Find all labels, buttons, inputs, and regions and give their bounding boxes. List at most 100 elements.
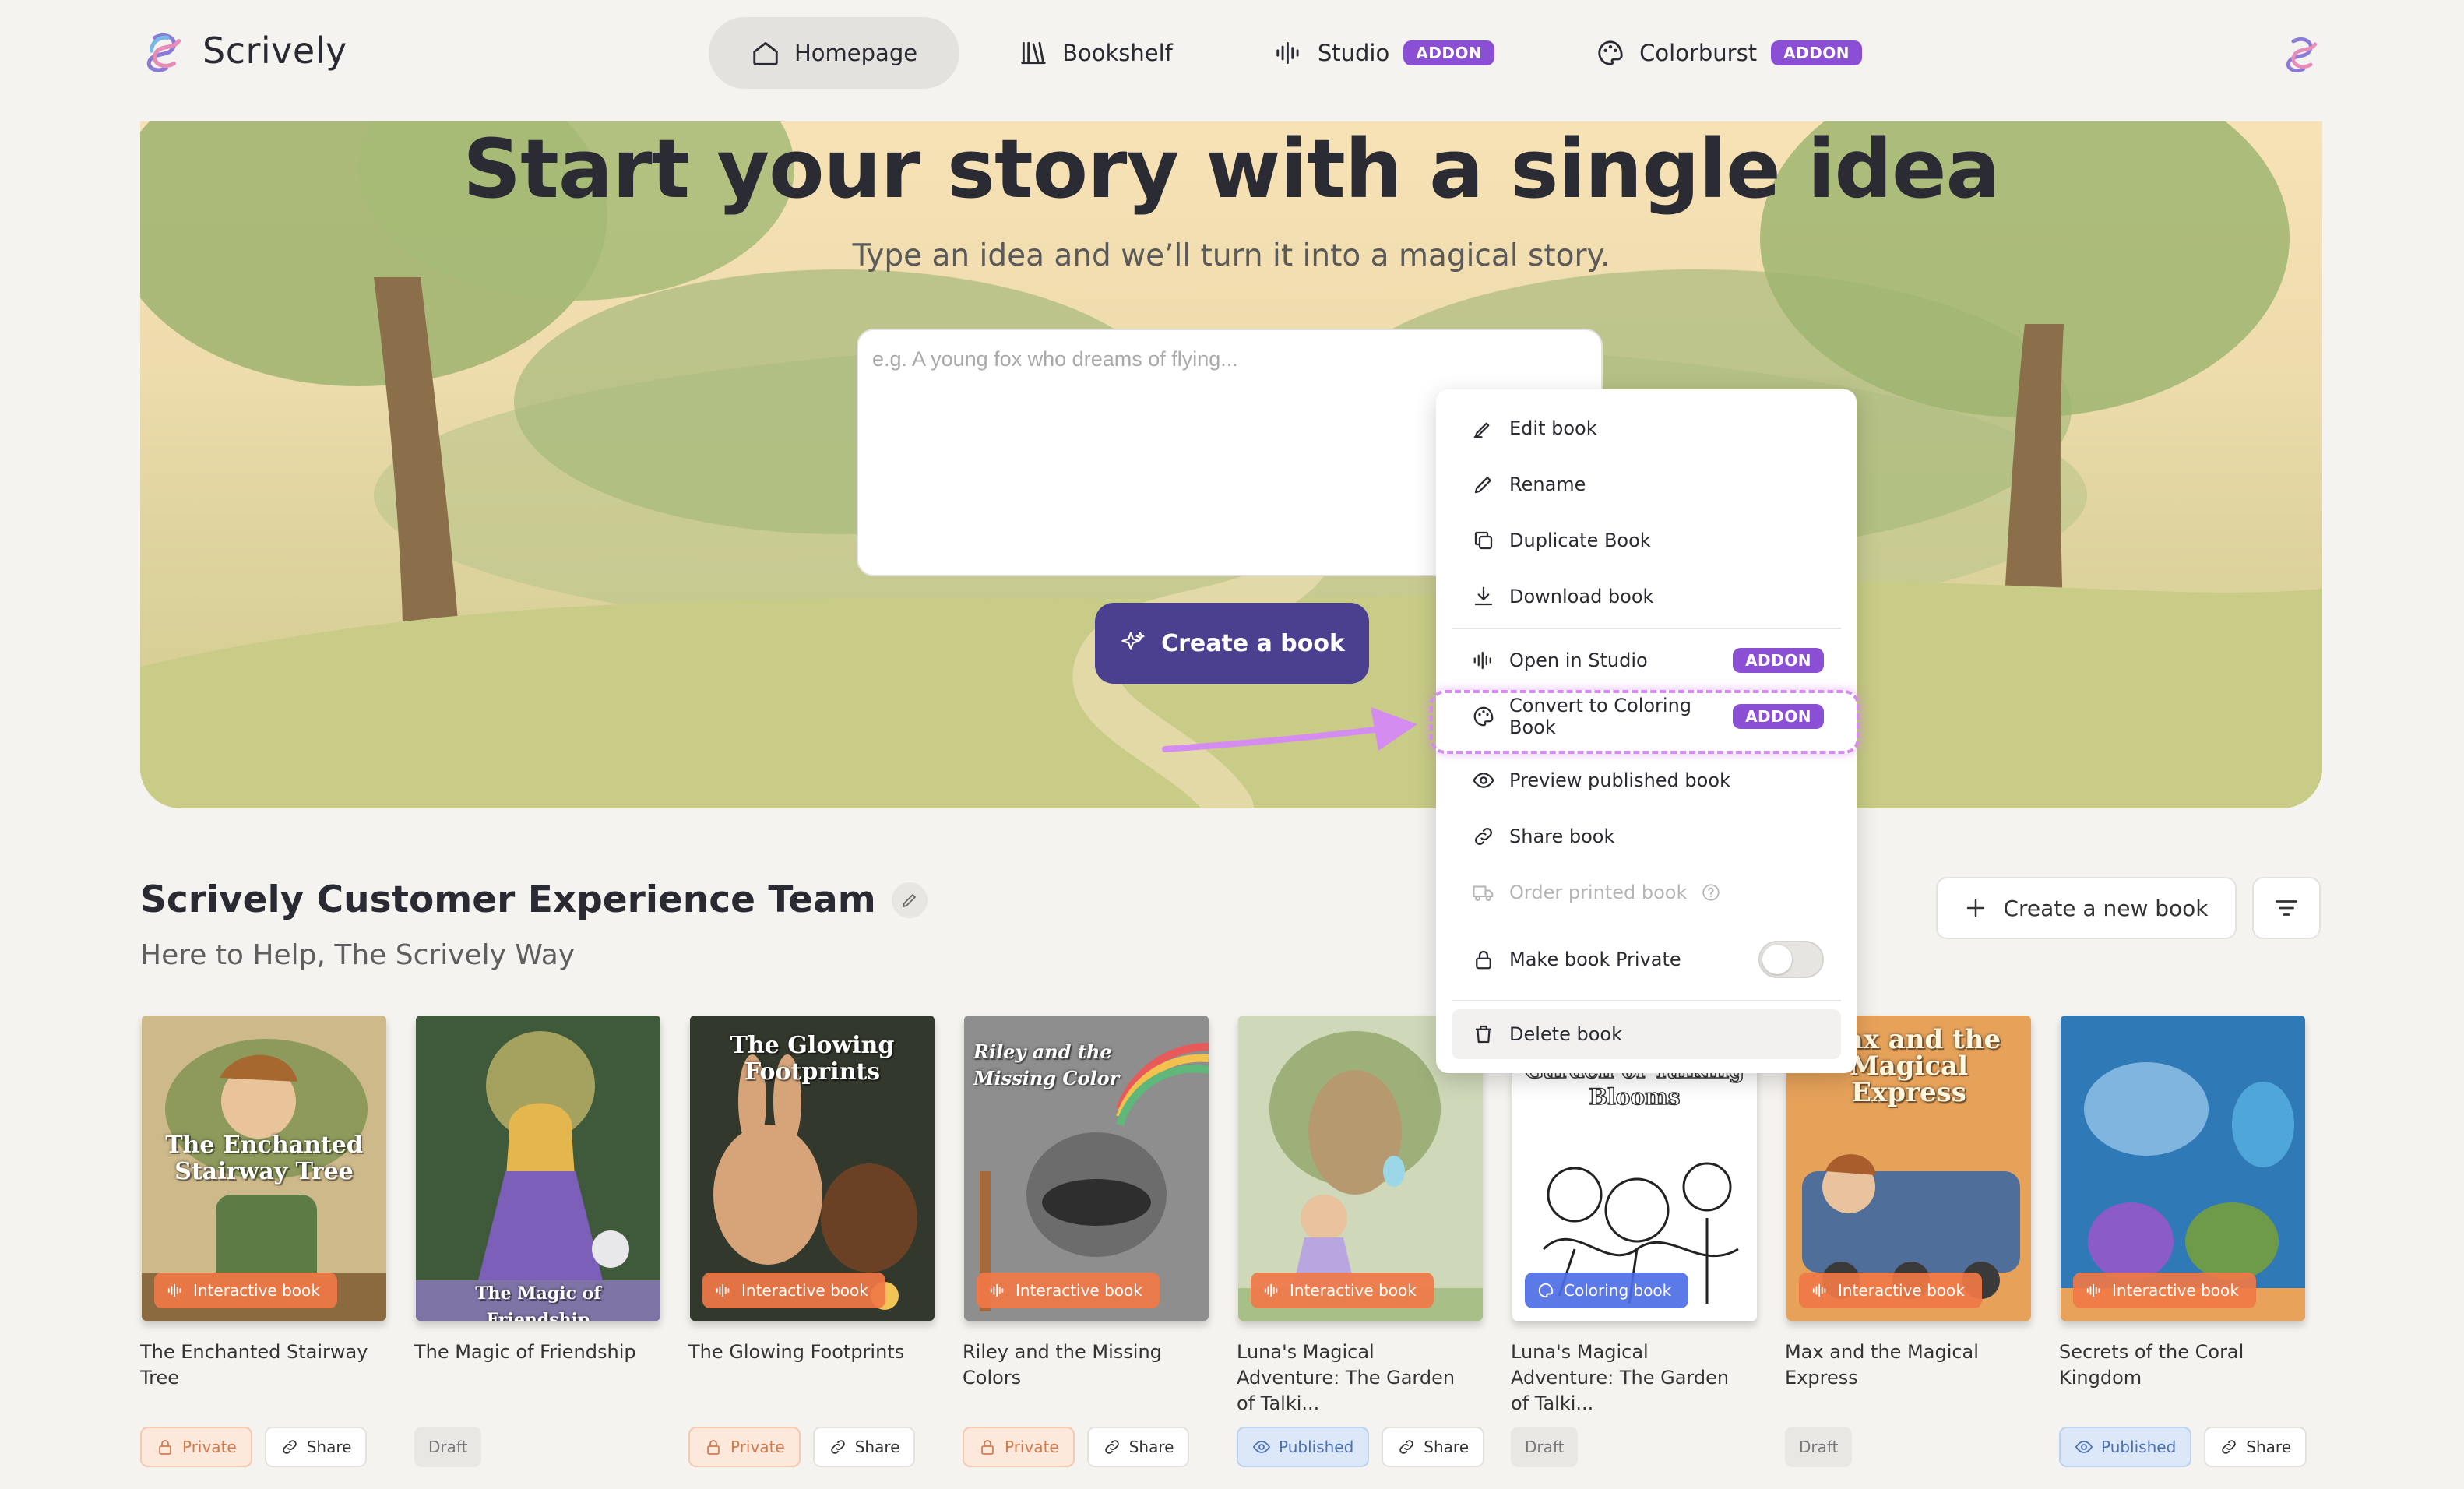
audio-wave-icon [1812, 1283, 1826, 1297]
cover-illustration [416, 1016, 660, 1321]
menu-download-book[interactable]: Download book [1452, 572, 1841, 621]
menu-delete-book[interactable]: Delete book [1452, 1009, 1841, 1059]
pointer-arrow-icon [1162, 707, 1417, 752]
book-title[interactable]: The Enchanted Stairway Tree [140, 1339, 374, 1391]
book-cover[interactable]: The Magic of Friendship [416, 1016, 660, 1321]
menu-order-printed-book: Order printed book [1452, 868, 1841, 917]
share-button[interactable]: Share [1086, 1427, 1190, 1467]
private-toggle[interactable] [1758, 941, 1824, 978]
brand[interactable]: Scrively [140, 26, 347, 75]
share-button[interactable]: Share [1382, 1427, 1485, 1467]
book-type-badge: Interactive book [977, 1273, 1160, 1308]
book-title[interactable]: Luna's Magical Adventure: The Garden of … [1237, 1339, 1470, 1417]
menu-label: Duplicate Book [1509, 530, 1651, 551]
book-type-badge: Interactive book [1251, 1273, 1434, 1308]
book-status-row: Draft [1511, 1427, 1579, 1467]
book-type-badge: Interactive book [2073, 1273, 2256, 1308]
palette-icon [1538, 1283, 1554, 1298]
book-type-badge: Interactive book [1799, 1273, 1982, 1308]
nav-label: Homepage [794, 40, 918, 66]
create-book-button[interactable]: Create a book [1095, 603, 1369, 684]
nav-label: Colorburst [1639, 40, 1758, 66]
cover-title: The Magic of Friendship [475, 1283, 601, 1321]
status-badge[interactable]: Private [688, 1427, 801, 1467]
book-type-label: Interactive book [1838, 1281, 1965, 1300]
bookshelf-icon [1021, 41, 1046, 65]
book-type-badge: Interactive book [154, 1273, 337, 1308]
link-icon [830, 1440, 845, 1454]
link-icon [1104, 1440, 1119, 1454]
book-cover[interactable]: Interactive book [2061, 1016, 2305, 1321]
status-badge[interactable]: Published [2059, 1427, 2192, 1467]
book-cover[interactable]: The Enchanted Stairway Tree Interactive … [142, 1016, 386, 1321]
book-title[interactable]: Max and the Magical Express [1785, 1339, 2019, 1391]
status-label: Private [730, 1438, 785, 1456]
status-badge[interactable]: Private [963, 1427, 1075, 1467]
menu-label: Order printed book [1509, 882, 1688, 903]
share-button[interactable]: Share [812, 1427, 916, 1467]
link-icon [282, 1440, 297, 1454]
book-title[interactable]: The Magic of Friendship [414, 1339, 648, 1365]
book-status-row: Draft [1785, 1427, 1853, 1467]
truck-icon [1473, 885, 1494, 901]
share-button[interactable]: Share [2204, 1427, 2307, 1467]
menu-make-book-private[interactable]: Make book Private [1452, 935, 1841, 984]
nav-homepage[interactable]: Homepage [709, 17, 960, 89]
addon-badge: ADDON [1403, 40, 1495, 65]
brand-name: Scrively [202, 30, 347, 72]
menu-label: Edit book [1509, 417, 1597, 439]
filter-button[interactable] [2252, 877, 2321, 939]
menu-duplicate-book[interactable]: Duplicate Book [1452, 516, 1841, 565]
book-status-row: Private Share [688, 1427, 916, 1467]
status-label: Draft [1799, 1438, 1839, 1456]
trash-icon [1476, 1025, 1491, 1044]
book-status-row: Draft [414, 1427, 482, 1467]
hero-subtitle: Type an idea and we’ll turn it into a ma… [852, 238, 1610, 273]
menu-open-in-studio[interactable]: Open in Studio ADDON [1452, 635, 1841, 685]
menu-preview-published-book[interactable]: Preview published book [1452, 755, 1841, 805]
book-status-row: Private Share [140, 1427, 368, 1467]
toggle-knob [1762, 945, 1792, 974]
status-badge: Draft [414, 1427, 482, 1467]
status-badge[interactable]: Published [1237, 1427, 1370, 1467]
book-type-badge: Coloring book [1525, 1273, 1689, 1308]
book-title[interactable]: Riley and the Missing Colors [963, 1339, 1196, 1391]
book-type-label: Interactive book [1016, 1281, 1142, 1300]
copy-icon [1474, 531, 1493, 550]
audio-wave-icon [716, 1283, 730, 1297]
menu-label: Delete book [1509, 1023, 1622, 1045]
nav-colorburst[interactable]: Colorburst ADDON [1554, 17, 1904, 89]
sparkles-icon [1121, 632, 1145, 650]
book-status-row: Published Share [2059, 1427, 2307, 1467]
account-logo-icon[interactable] [2280, 31, 2324, 75]
menu-divider [1452, 628, 1841, 629]
cover-title: Riley and the Missing Color [973, 1040, 1120, 1089]
menu-label: Download book [1509, 586, 1654, 607]
help-circle-icon[interactable] [1701, 882, 1721, 903]
book-title[interactable]: Luna's Magical Adventure: The Garden of … [1511, 1339, 1744, 1417]
home-icon [753, 41, 778, 65]
download-icon [1474, 586, 1493, 606]
menu-edit-book[interactable]: Edit book [1452, 403, 1841, 453]
cover-title: The Glowing Footprints [730, 1032, 895, 1086]
book-title[interactable]: The Glowing Footprints [688, 1339, 922, 1365]
book-cover[interactable]: Riley and the Missing Color Interactive … [964, 1016, 1209, 1321]
share-label: Share [854, 1438, 900, 1456]
book-cover[interactable]: The Glowing Footprints Interactive book [690, 1016, 935, 1321]
nav-bookshelf[interactable]: Bookshelf [977, 17, 1215, 89]
audio-wave-icon [167, 1283, 181, 1297]
status-badge: Draft [1511, 1427, 1579, 1467]
menu-rename[interactable]: Rename [1452, 459, 1841, 509]
edit-team-button[interactable] [891, 882, 928, 918]
share-button[interactable]: Share [264, 1427, 368, 1467]
eye-icon [2075, 1441, 2093, 1453]
book-title[interactable]: Secrets of the Coral Kingdom [2059, 1339, 2293, 1391]
audio-wave-icon [990, 1283, 1004, 1297]
audio-wave-icon [1264, 1283, 1278, 1297]
lock-icon [159, 1440, 171, 1455]
nav-studio[interactable]: Studio ADDON [1232, 17, 1536, 89]
menu-share-book[interactable]: Share book [1452, 811, 1841, 861]
status-badge[interactable]: Private [140, 1427, 252, 1467]
cover-title: The Enchanted Stairway Tree [165, 1132, 363, 1185]
create-new-book-button[interactable]: Create a new book [1936, 877, 2237, 939]
